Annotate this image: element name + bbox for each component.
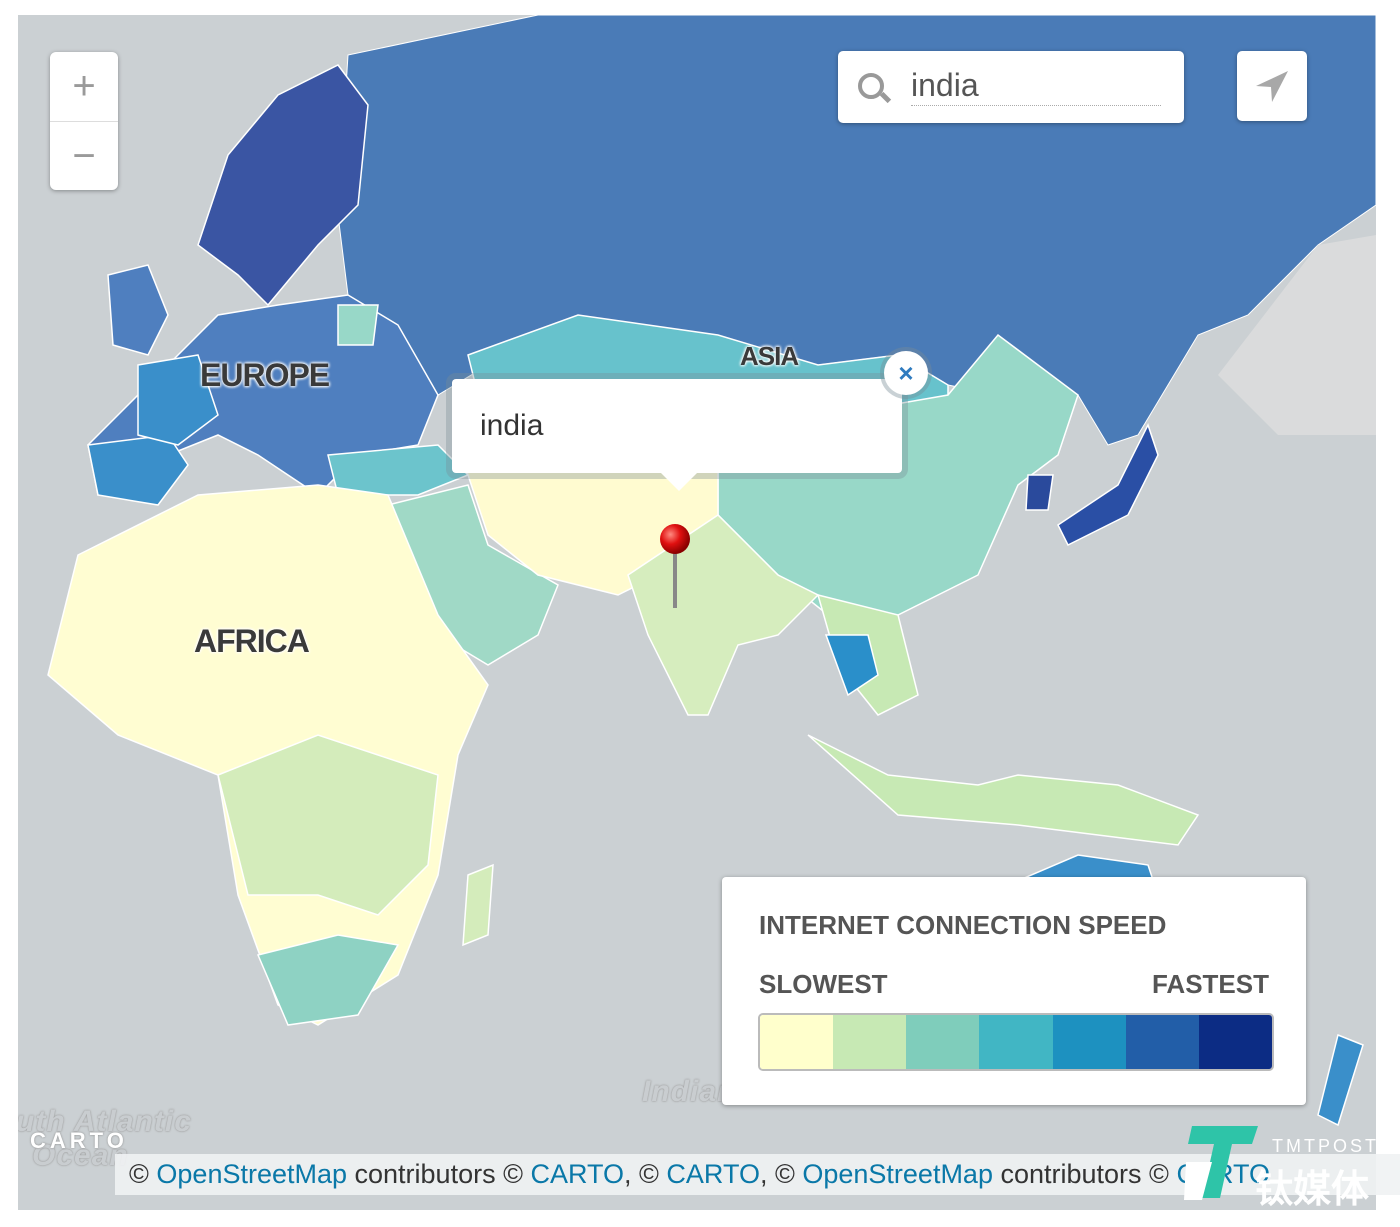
watermark-en: TMTPOST	[1272, 1136, 1379, 1156]
region-label-asia: ASIA	[740, 341, 799, 371]
popup-close-button[interactable]: ×	[884, 351, 928, 395]
tmtpost-logo-icon	[1184, 1126, 1258, 1200]
region-indonesia[interactable]	[807, 734, 1200, 846]
legend-panel: INTERNET CONNECTION SPEED SLOWEST FASTES…	[722, 877, 1306, 1105]
attribution-text: contributors ©	[347, 1159, 531, 1189]
legend-swatch-6	[1125, 1015, 1199, 1069]
legend-title: INTERNET CONNECTION SPEED	[759, 910, 1167, 940]
legend-swatch-7	[1198, 1015, 1272, 1069]
attribution-text: contributors ©	[992, 1159, 1177, 1189]
region-label-africa: AFRICA	[194, 623, 310, 659]
country-madagascar[interactable]	[462, 863, 494, 947]
popup-tip	[657, 469, 701, 491]
info-popup: india ×	[452, 351, 928, 491]
country-turkey[interactable]	[327, 444, 470, 496]
country-belarus[interactable]	[337, 304, 379, 346]
region-scandinavia[interactable]	[197, 64, 369, 307]
zoom-out-button[interactable]: −	[50, 122, 118, 191]
zoom-in-button[interactable]: +	[50, 52, 118, 122]
legend-swatch-2	[833, 1015, 907, 1069]
region-label-europe: EUROPE	[200, 357, 330, 393]
legend-swatch-4	[979, 1015, 1053, 1069]
legend-low-label: SLOWEST	[759, 969, 888, 999]
carto-logo: CARTO	[30, 1128, 128, 1153]
search-box	[838, 51, 1184, 123]
legend-swatch-5	[1052, 1015, 1126, 1069]
legend-color-scale	[758, 1013, 1274, 1071]
red-pushpin-icon	[660, 524, 690, 608]
legend-swatch-1	[760, 1015, 834, 1069]
attribution-text: , ©	[624, 1159, 667, 1189]
carto-link[interactable]: CARTO	[666, 1159, 760, 1189]
search-input[interactable]	[911, 65, 1161, 106]
search-icon	[858, 73, 884, 99]
osm-link[interactable]: OpenStreetMap	[156, 1159, 347, 1189]
map-marker[interactable]	[660, 522, 730, 617]
country-south-korea[interactable]	[1025, 474, 1054, 511]
legend-high-label: FASTEST	[1151, 969, 1269, 999]
country-new-zealand[interactable]	[1317, 1033, 1364, 1127]
country-uk[interactable]	[107, 264, 169, 356]
attribution-text: , ©	[759, 1159, 803, 1189]
zoom-control: + −	[50, 52, 118, 190]
carto-link[interactable]: CARTO	[530, 1159, 624, 1189]
locate-button[interactable]	[1237, 51, 1307, 121]
legend-swatch-3	[906, 1015, 980, 1069]
watermark-cn: 钛媒体	[1255, 1169, 1370, 1211]
popup-text: india	[480, 409, 544, 442]
osm-link[interactable]: OpenStreetMap	[802, 1159, 993, 1189]
attribution-text: ©	[129, 1159, 157, 1189]
country-spain[interactable]	[87, 434, 189, 506]
navigation-arrow-icon	[1256, 71, 1288, 102]
